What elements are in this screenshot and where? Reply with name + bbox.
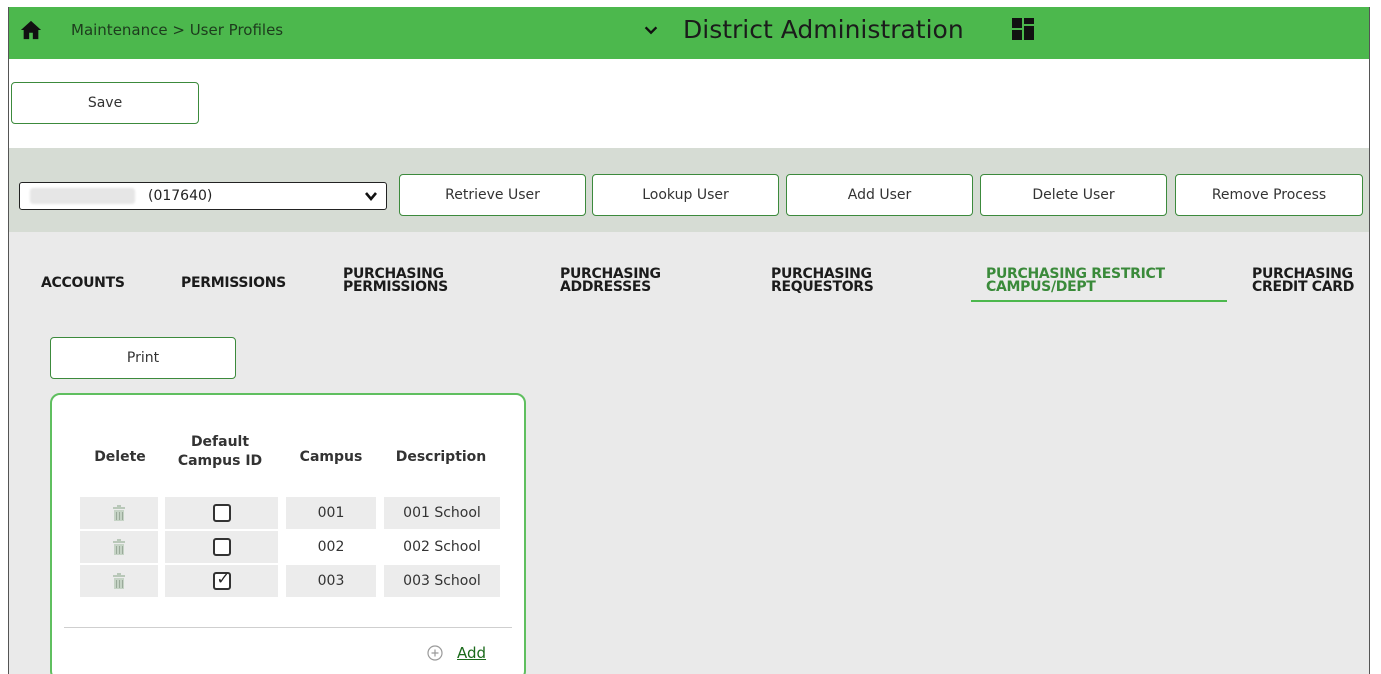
delete-cell <box>80 565 158 597</box>
user-select-value: (017640) <box>148 188 213 204</box>
tab-purchasing-addresses[interactable]: PURCHASING ADDRESSES <box>560 267 661 294</box>
delete-cell <box>80 497 158 529</box>
header-default-campus-id: Default Campus ID <box>177 434 263 469</box>
main-content: ACCOUNTS PERMISSIONS PURCHASING PERMISSI… <box>9 232 1369 674</box>
lookup-user-button[interactable]: Lookup User <box>592 174 779 216</box>
save-button[interactable]: Save <box>11 82 199 124</box>
redacted-user-name <box>30 188 135 204</box>
trash-icon[interactable] <box>111 538 127 556</box>
plus-circle-icon[interactable] <box>427 645 443 661</box>
description-cell: 003 School <box>384 565 500 597</box>
grid-icon[interactable] <box>1011 17 1035 41</box>
delete-cell <box>80 531 158 563</box>
check-mark-icon: ✓ <box>216 569 230 588</box>
user-bar: (017640) Retrieve User Lookup User Add U… <box>9 148 1369 232</box>
breadcrumb[interactable]: Maintenance > User Profiles <box>71 21 283 39</box>
default-campus-cell: ✓ <box>165 565 278 597</box>
tab-purchasing-restrict-campus-dept[interactable]: PURCHASING RESTRICT CAMPUS/DEPT <box>971 267 1227 302</box>
campus-cell: 002 <box>286 531 376 563</box>
retrieve-user-button[interactable]: Retrieve User <box>399 174 586 216</box>
default-campus-cell <box>165 497 278 529</box>
top-bar: Maintenance > User Profiles District Adm… <box>9 7 1369 59</box>
tab-purchasing-requestors[interactable]: PURCHASING REQUESTORS <box>771 267 874 294</box>
home-icon[interactable] <box>20 19 42 41</box>
default-campus-checkbox[interactable] <box>212 538 231 556</box>
add-link[interactable]: Add <box>457 644 486 662</box>
user-select[interactable]: (017640) <box>19 182 387 210</box>
chevron-down-icon <box>365 192 377 202</box>
campus-cell: 003 <box>286 565 376 597</box>
delete-user-button[interactable]: Delete User <box>980 174 1167 216</box>
add-user-button[interactable]: Add User <box>786 174 973 216</box>
header-description: Description <box>395 449 487 465</box>
table-divider <box>64 627 512 628</box>
app-title: District Administration <box>683 15 964 44</box>
trash-icon[interactable] <box>111 504 127 522</box>
trash-icon[interactable] <box>111 572 127 590</box>
campus-cell: 001 <box>286 497 376 529</box>
default-campus-checkbox[interactable]: ✓ <box>212 569 231 590</box>
tab-purchasing-credit-card[interactable]: PURCHASING CREDIT CARD <box>1252 267 1354 294</box>
description-cell: 001 School <box>384 497 500 529</box>
tab-permissions[interactable]: PERMISSIONS <box>181 276 286 290</box>
default-campus-cell <box>165 531 278 563</box>
header-delete: Delete <box>94 449 146 465</box>
remove-process-button[interactable]: Remove Process <box>1175 174 1363 216</box>
app-frame: Maintenance > User Profiles District Adm… <box>8 7 1370 674</box>
default-campus-checkbox[interactable] <box>212 504 231 522</box>
print-button[interactable]: Print <box>50 337 236 379</box>
description-cell: 002 School <box>384 531 500 563</box>
tab-accounts[interactable]: ACCOUNTS <box>41 276 125 290</box>
add-row-control[interactable]: Add <box>427 644 486 662</box>
chevron-down-icon[interactable] <box>642 21 660 39</box>
campus-table-panel: Delete Default Campus ID Campus Descript… <box>50 393 526 674</box>
tab-purchasing-permissions[interactable]: PURCHASING PERMISSIONS <box>343 267 448 294</box>
header-campus: Campus <box>299 449 363 465</box>
